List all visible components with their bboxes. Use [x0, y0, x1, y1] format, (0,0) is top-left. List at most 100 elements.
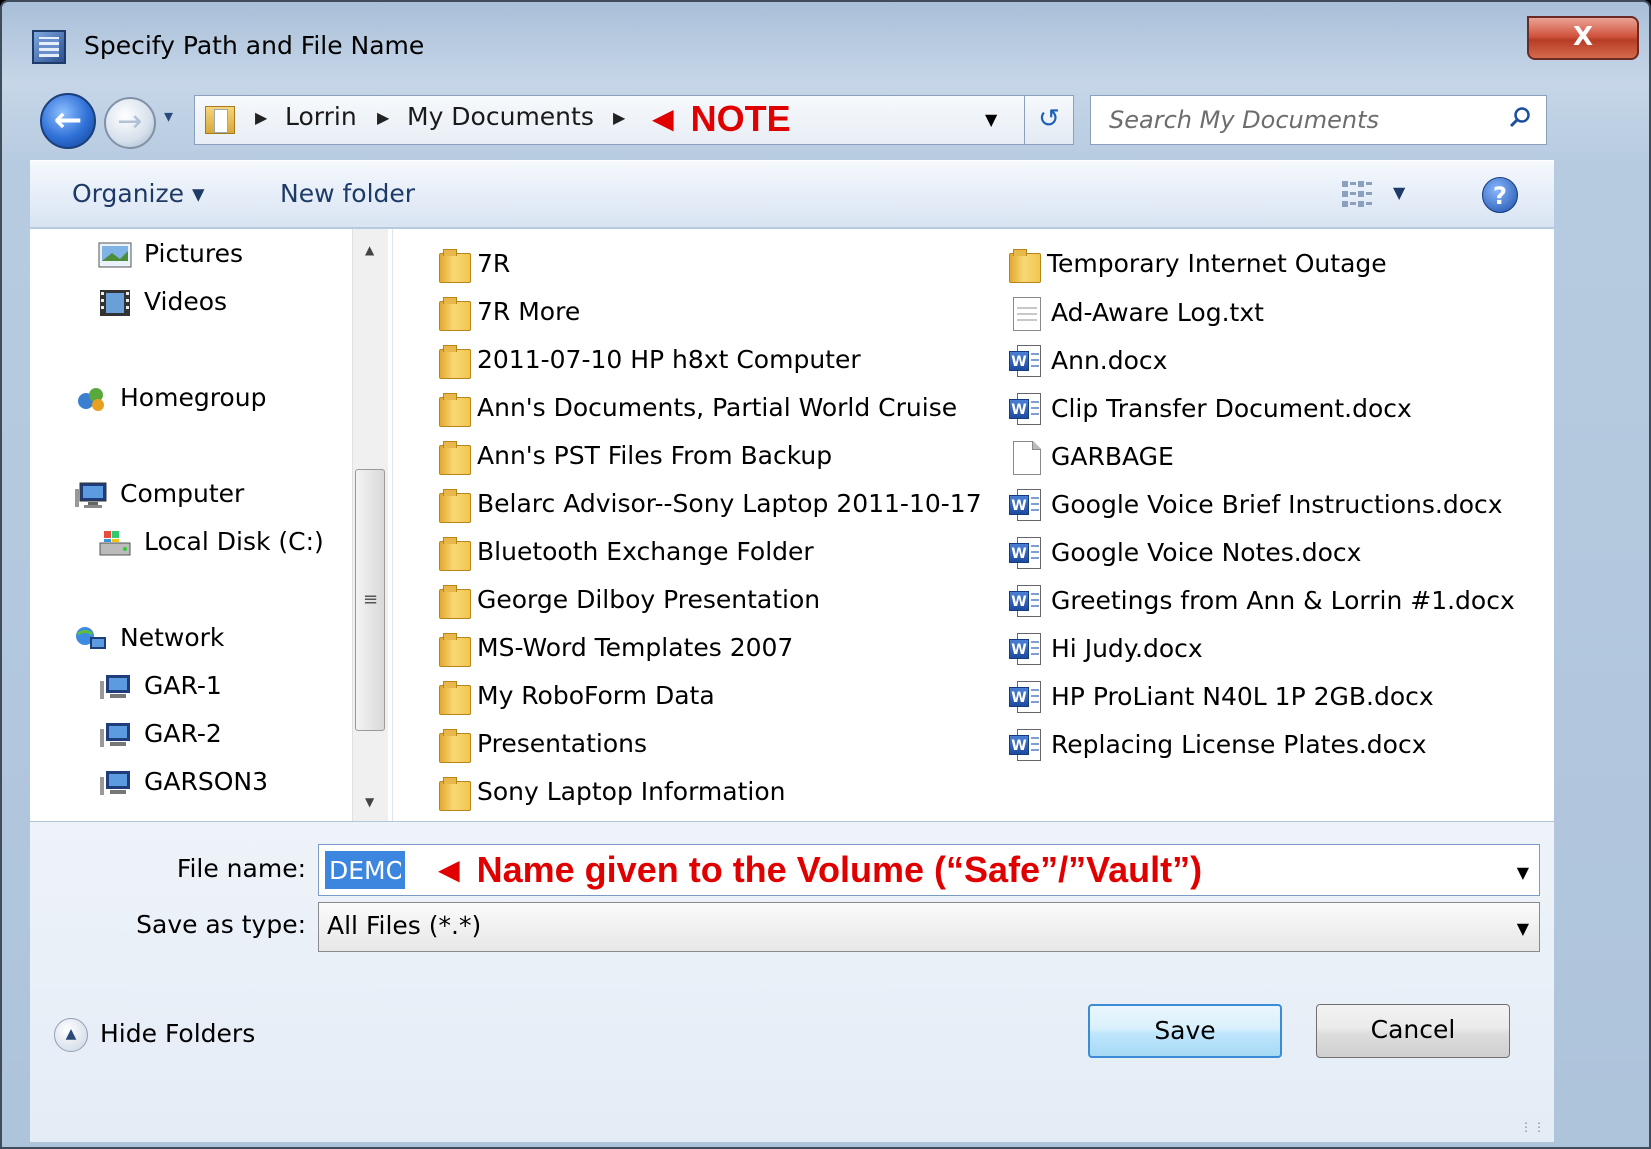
folder-item[interactable]: Bluetooth Exchange Folder [439, 537, 814, 571]
network-computer-icon [98, 673, 132, 701]
search-input[interactable] [1107, 104, 1497, 136]
back-button[interactable]: ← [40, 93, 96, 149]
file-item[interactable]: W Clip Transfer Document.docx [1009, 393, 1412, 427]
folder-item[interactable]: George Dilboy Presentation [439, 585, 821, 619]
folder-item[interactable]: Presentations [439, 729, 647, 763]
text-file-icon [1009, 297, 1045, 331]
file-item[interactable]: W Google Voice Brief Instructions.docx [1009, 489, 1503, 523]
folder-item[interactable]: 2011-07-10 HP h8xt Computer [439, 345, 861, 379]
new-folder-button[interactable]: New folder [280, 179, 415, 208]
file-name-label: 7R [477, 249, 511, 278]
nav-item-label: GAR-2 [144, 719, 222, 748]
file-name-label: Temporary Internet Outage [1047, 249, 1387, 278]
file-name-combobox[interactable]: ◄ Name given to the Volume (“Safe”/”Vaul… [318, 844, 1540, 896]
folder-icon [439, 537, 471, 571]
refresh-button[interactable]: ↺ [1024, 95, 1074, 145]
folder-item[interactable]: Sony Laptop Information [439, 777, 786, 811]
navigation-scrollbar[interactable]: ▲ ≡ ▼ [352, 229, 388, 821]
folder-icon [439, 297, 471, 331]
nav-item-label: Network [120, 623, 225, 652]
file-item[interactable]: Ad-Aware Log.txt [1009, 297, 1264, 331]
file-item[interactable]: W HP ProLiant N40L 1P 2GB.docx [1009, 681, 1434, 715]
nav-item-gar-1[interactable]: GAR-1 [98, 671, 222, 701]
save-form: File name: ◄ Name given to the Volume (“… [30, 822, 1554, 1142]
address-dropdown-icon[interactable]: ▼ [985, 110, 997, 129]
search-icon[interactable] [1508, 106, 1532, 130]
save-type-dropdown-icon[interactable]: ▼ [1517, 919, 1529, 938]
word-document-icon: W [1009, 345, 1045, 379]
file-item[interactable]: GARBAGE [1009, 441, 1174, 475]
file-name-label: George Dilboy Presentation [477, 585, 821, 614]
folder-item[interactable]: Ann's Documents, Partial World Cruise [439, 393, 957, 427]
folder-icon [439, 441, 471, 475]
nav-item-garson3[interactable]: GARSON3 [98, 767, 268, 797]
cancel-button[interactable]: Cancel [1316, 1004, 1510, 1058]
save-button[interactable]: Save [1088, 1004, 1282, 1058]
hide-folders-button[interactable]: ▲ Hide Folders [54, 1018, 255, 1052]
nav-item-pictures[interactable]: Pictures [98, 239, 243, 269]
network-computer-icon [98, 769, 132, 797]
file-item[interactable]: W Ann.docx [1009, 345, 1167, 379]
scroll-up-icon[interactable]: ▲ [365, 243, 374, 257]
file-name-label: Sony Laptop Information [477, 777, 786, 806]
folder-item[interactable]: 7R [439, 249, 511, 283]
folder-item[interactable]: Ann's PST Files From Backup [439, 441, 832, 475]
resize-grip-icon[interactable]: ⋮⋮ [1520, 1120, 1546, 1134]
folder-item[interactable]: MS-Word Templates 2007 [439, 633, 793, 667]
breadcrumb-separator-icon[interactable]: ▶ [377, 108, 389, 127]
file-name-label: Hi Judy.docx [1051, 634, 1203, 663]
file-name-input[interactable] [325, 851, 405, 889]
nav-item-gar-2[interactable]: GAR-2 [98, 719, 222, 749]
organize-button[interactable]: Organize ▾ [72, 179, 205, 208]
help-icon[interactable]: ? [1482, 177, 1518, 213]
change-view-icon[interactable] [1340, 177, 1374, 211]
folder-item[interactable]: Belarc Advisor--Sony Laptop 2011-10-17 [439, 489, 982, 523]
network-icon [74, 625, 108, 653]
folder-icon [439, 633, 471, 667]
breadcrumb-separator-icon[interactable]: ▶ [613, 108, 625, 127]
folder-item[interactable]: My RoboForm Data [439, 681, 715, 715]
nav-item-computer[interactable]: Computer [74, 479, 244, 509]
file-name-label: Bluetooth Exchange Folder [477, 537, 814, 566]
nav-item-label: Pictures [144, 239, 243, 268]
file-name-label: Google Voice Notes.docx [1051, 538, 1362, 567]
window-title: Specify Path and File Name [84, 31, 425, 60]
folder-icon [439, 345, 471, 379]
file-name-label: Replacing License Plates.docx [1051, 730, 1427, 759]
nav-item-label: Homegroup [120, 383, 267, 412]
save-type-select[interactable]: All Files (*.*) ▼ [318, 902, 1540, 952]
nav-item-local-disk[interactable]: Local Disk (C:) [98, 527, 324, 557]
nav-item-homegroup[interactable]: Homegroup [74, 383, 266, 413]
file-item[interactable]: W Replacing License Plates.docx [1009, 729, 1427, 763]
file-item[interactable]: W Google Voice Notes.docx [1009, 537, 1361, 571]
nav-item-label: Local Disk (C:) [144, 527, 324, 556]
forward-button[interactable]: → [104, 97, 156, 149]
folder-icon [439, 585, 471, 619]
search-box[interactable] [1090, 95, 1547, 145]
file-name-label: 2011-07-10 HP h8xt Computer [477, 345, 861, 374]
folder-item[interactable]: 7R More [439, 297, 580, 331]
breadcrumb-lorrin[interactable]: Lorrin [285, 102, 357, 131]
homegroup-icon [74, 385, 108, 413]
file-name-label: Ad-Aware Log.txt [1051, 298, 1264, 327]
view-options-dropdown-icon[interactable]: ▼ [1393, 183, 1405, 202]
nav-item-label: GARSON3 [144, 767, 268, 796]
breadcrumb-my-documents[interactable]: My Documents [407, 102, 594, 131]
file-name-dropdown-icon[interactable]: ▼ [1517, 863, 1529, 882]
save-type-label: Save as type: [136, 910, 306, 939]
file-item[interactable]: W Greetings from Ann & Lorrin #1.docx [1009, 585, 1515, 619]
file-item[interactable]: W Hi Judy.docx [1009, 633, 1203, 667]
word-document-icon: W [1009, 393, 1045, 427]
address-bar[interactable]: ▶ Lorrin ▶ My Documents ▶ ◄ NOTE ▼ [194, 95, 1074, 145]
file-list: 7R 7R More 2011-07-10 HP h8xt Computer Ann'… [392, 229, 1554, 821]
folder-icon [439, 393, 471, 427]
breadcrumb-separator-icon[interactable]: ▶ [255, 108, 267, 127]
nav-item-videos[interactable]: Videos [98, 287, 227, 317]
close-button[interactable]: X [1527, 16, 1639, 60]
scroll-down-icon[interactable]: ▼ [365, 795, 374, 809]
recent-locations-dropdown[interactable]: ▾ [164, 106, 173, 127]
folder-item[interactable]: Temporary Internet Outage [1009, 249, 1387, 283]
nav-item-network[interactable]: Network [74, 623, 224, 653]
blank-file-icon [1009, 441, 1045, 475]
nav-item-label: GAR-1 [144, 671, 222, 700]
